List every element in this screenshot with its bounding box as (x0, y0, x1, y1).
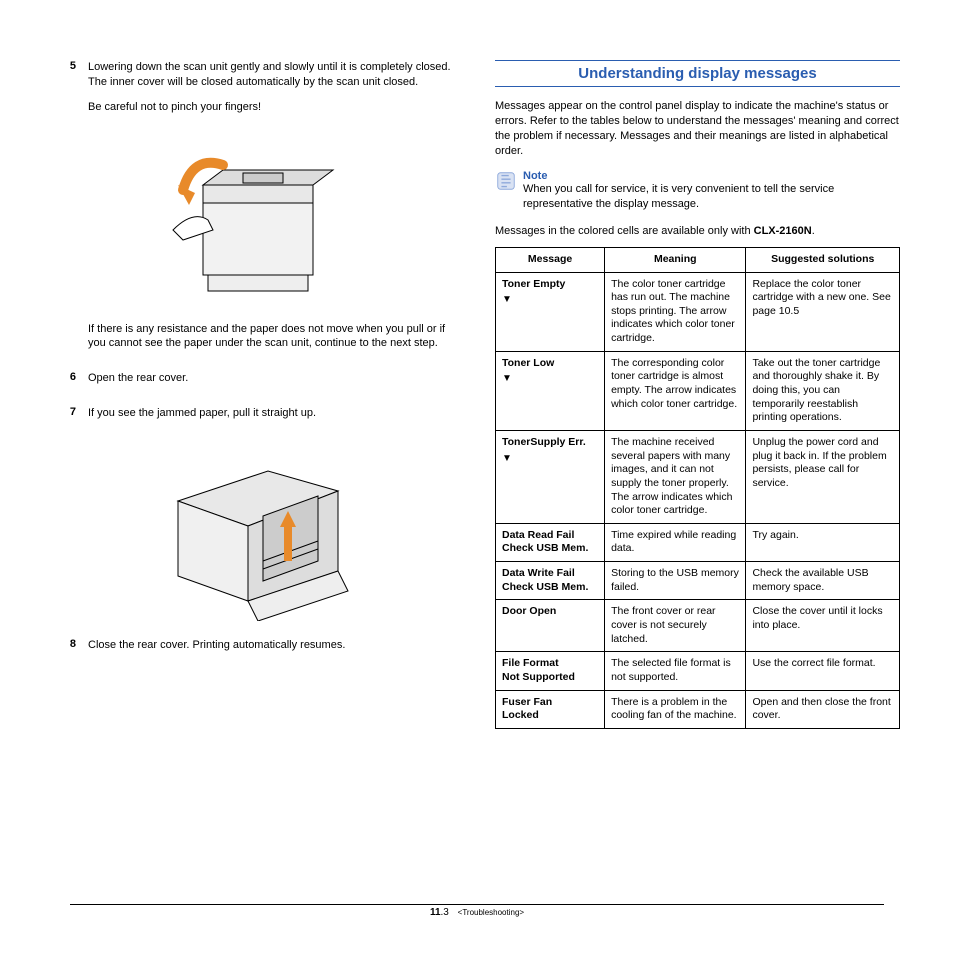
message-cell: File FormatNot Supported (496, 652, 605, 690)
section-title: Understanding display messages (495, 60, 900, 87)
message-cell: Fuser FanLocked (496, 690, 605, 728)
step8-text: Close the rear cover. Printing automatic… (88, 638, 455, 653)
meaning-cell: The selected file format is not supporte… (605, 652, 746, 690)
message-cell: TonerSupply Err.▼ (496, 430, 605, 523)
step-number: 6 (50, 371, 88, 396)
messages-table: Message Meaning Suggested solutions Tone… (495, 247, 900, 729)
solution-cell: Close the cover until it locks into plac… (746, 600, 900, 652)
table-row: TonerSupply Err.▼The machine received se… (496, 430, 900, 523)
step-6: 6 Open the rear cover. (50, 371, 455, 396)
meaning-cell: The front cover or rear cover is not sec… (605, 600, 746, 652)
step5-text-2: Be careful not to pinch your fingers! (88, 100, 455, 115)
col-meaning: Meaning (605, 247, 746, 272)
solution-cell: Try again. (746, 523, 900, 561)
step7-text: If you see the jammed paper, pull it str… (88, 406, 455, 421)
pre-table-text: Messages in the colored cells are availa… (495, 224, 900, 239)
step-5: 5 Lowering down the scan unit gently and… (50, 60, 455, 125)
step6-text: Open the rear cover. (88, 371, 455, 386)
table-row: Fuser FanLockedThere is a problem in the… (496, 690, 900, 728)
table-row: Data Read FailCheck USB Mem.Time expired… (496, 523, 900, 561)
arrow-down-icon: ▼ (502, 452, 512, 465)
note-icon (495, 170, 517, 192)
page-number-bold: 11 (430, 907, 441, 918)
solution-cell: Open and then close the front cover. (746, 690, 900, 728)
step-5-cont: If there is any resistance and the paper… (50, 322, 455, 362)
meaning-cell: The color toner cartridge has run out. T… (605, 272, 746, 351)
message-cell: Door Open (496, 600, 605, 652)
figure-close-scan-unit (50, 135, 455, 308)
message-cell: Toner Empty▼ (496, 272, 605, 351)
meaning-cell: Storing to the USB memory failed. (605, 562, 746, 600)
solution-cell: Unplug the power cord and plug it back i… (746, 430, 900, 523)
step-7: 7 If you see the jammed paper, pull it s… (50, 406, 455, 431)
solution-cell: Check the available USB memory space. (746, 562, 900, 600)
col-solutions: Suggested solutions (746, 247, 900, 272)
arrow-down-icon: ▼ (502, 372, 512, 385)
step5-text-1: Lowering down the scan unit gently and s… (88, 60, 455, 90)
intro-text: Messages appear on the control panel dis… (495, 99, 900, 158)
chapter-label: <Troubleshooting> (458, 908, 524, 917)
step5-text-3: If there is any resistance and the paper… (88, 322, 455, 352)
table-row: File FormatNot SupportedThe selected fil… (496, 652, 900, 690)
note-label: Note (523, 170, 900, 182)
step-number: 8 (50, 638, 88, 663)
meaning-cell: Time expired while reading data. (605, 523, 746, 561)
note-block: Note When you call for service, it is ve… (495, 170, 900, 212)
solution-cell: Replace the color toner cartridge with a… (746, 272, 900, 351)
arrow-down-icon: ▼ (502, 293, 512, 306)
step-number: 5 (50, 60, 88, 125)
step-8: 8 Close the rear cover. Printing automat… (50, 638, 455, 663)
solution-cell: Take out the toner cartridge and thoroug… (746, 351, 900, 430)
table-row: Data Write FailCheck USB Mem.Storing to … (496, 562, 900, 600)
solution-cell: Use the correct file format. (746, 652, 900, 690)
table-row: Door OpenThe front cover or rear cover i… (496, 600, 900, 652)
page-footer: 11.3 <Troubleshooting> (70, 904, 884, 918)
right-column: Understanding display messages Messages … (495, 60, 900, 729)
left-column: 5 Lowering down the scan unit gently and… (50, 60, 455, 729)
page-number-rest: .3 (441, 907, 449, 918)
message-cell: Toner Low▼ (496, 351, 605, 430)
table-row: Toner Low▼The corresponding color toner … (496, 351, 900, 430)
meaning-cell: The machine received several papers with… (605, 430, 746, 523)
figure-rear-cover (50, 441, 455, 624)
col-message: Message (496, 247, 605, 272)
table-row: Toner Empty▼The color toner cartridge ha… (496, 272, 900, 351)
meaning-cell: The corresponding color toner cartridge … (605, 351, 746, 430)
note-body: When you call for service, it is very co… (523, 182, 900, 212)
step-number: 7 (50, 406, 88, 431)
meaning-cell: There is a problem in the cooling fan of… (605, 690, 746, 728)
message-cell: Data Read FailCheck USB Mem. (496, 523, 605, 561)
message-cell: Data Write FailCheck USB Mem. (496, 562, 605, 600)
